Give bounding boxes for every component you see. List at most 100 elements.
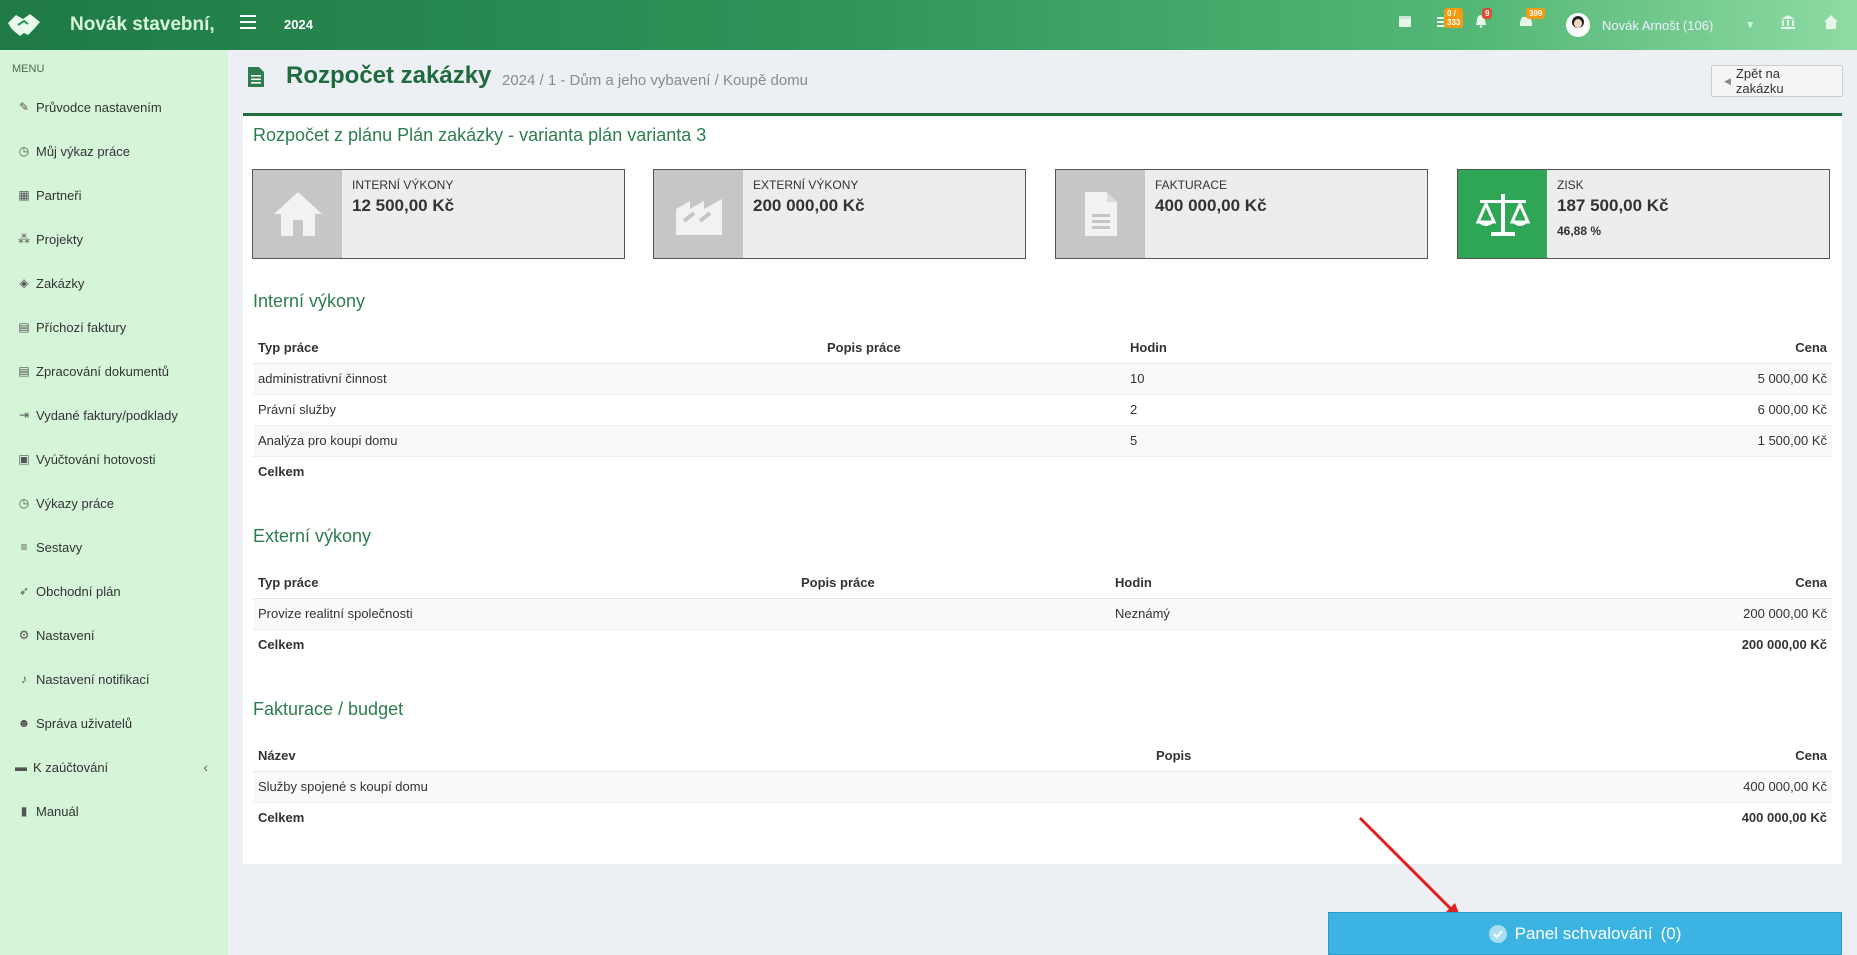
approval-panel-count: (0) xyxy=(1660,923,1682,943)
total-value: 400 000,00 Kč xyxy=(1501,801,1832,833)
sidebar-item-manual[interactable]: ▮ Manuál xyxy=(0,789,228,833)
sidebar-item-label: Vyúčtování hotovosti xyxy=(36,451,156,467)
sidebar-item-issued-invoices[interactable]: ⇥ Vydané faktury/podklady xyxy=(0,393,228,437)
sidebar-item-notification-settings[interactable]: ♪ Nastavení notifikací xyxy=(0,657,228,701)
sidebar-item-label: Nastavení xyxy=(36,627,95,643)
approval-panel-button[interactable]: Panel schvalování (0) xyxy=(1328,912,1842,955)
sidebar-item-label: Nastavení notifikací xyxy=(36,671,150,687)
summary-label: INTERNÍ VÝKONY xyxy=(352,178,454,192)
summary-external: EXTERNÍ VÝKONY 200 000,00 Kč xyxy=(653,169,1026,259)
sidebar-item-label: Manuál xyxy=(36,803,79,819)
sidebar-item-my-timesheet[interactable]: ◷ Můj výkaz práce xyxy=(0,129,228,173)
sidebar-item-document-processing[interactable]: ▤ Zpracování dokumentů xyxy=(0,349,228,393)
document-icon xyxy=(1056,170,1145,258)
clock-icon: ◷ xyxy=(18,496,30,510)
balance-scale-icon xyxy=(1458,170,1547,258)
table-header-row: Typ práce Popis práce Hodin Cena xyxy=(253,332,1832,364)
column-header: Cena xyxy=(1525,332,1832,364)
money-icon: ▣ xyxy=(18,452,30,466)
summary-value: 187 500,00 Kč xyxy=(1557,196,1669,215)
sidebar-item-label: Průvodce nastavením xyxy=(36,99,162,115)
home-icon xyxy=(253,170,342,258)
sidebar-item-reports[interactable]: ≡ Sestavy xyxy=(0,525,228,569)
sidebar-item-partners[interactable]: ▦ Partneři xyxy=(0,173,228,217)
column-header: Název xyxy=(253,740,1151,772)
sidebar-item-label: Sestavy xyxy=(36,539,83,555)
rocket-icon: ➶ xyxy=(18,584,30,598)
column-header: Popis xyxy=(1151,740,1501,772)
external-table: Typ práce Popis práce Hodin Cena Provize… xyxy=(253,567,1832,660)
total-label: Celkem xyxy=(253,801,1151,833)
sidebar-item-label: Obchodní plán xyxy=(36,583,121,599)
summary-value: 400 000,00 Kč xyxy=(1155,196,1267,215)
sidebar-item-setup-wizard[interactable]: ✎ Průvodce nastavením xyxy=(0,85,228,129)
budget-panel: Rozpočet z plánu Plán zakázky - varianta… xyxy=(243,113,1842,864)
bell-icon[interactable]: 9 xyxy=(1474,8,1494,34)
cars-badge: 399 xyxy=(1526,8,1546,19)
menu-heading: MENU xyxy=(12,63,45,75)
notifications-badge: 9 xyxy=(1482,8,1493,19)
sidebar-item-label: Partneři xyxy=(36,187,82,203)
chevron-down-icon: ▼ xyxy=(1745,19,1756,31)
sidebar-item-timesheets[interactable]: ◷ Výkazy práce xyxy=(0,481,228,525)
invoicing-table: Název Popis Cena Služby spojené s koupí … xyxy=(253,740,1832,833)
summary-invoicing: FAKTURACE 400 000,00 Kč xyxy=(1055,169,1428,259)
table-row: Analýza pro koupi domu 5 1 500,00 Kč xyxy=(253,424,1832,456)
industry-icon xyxy=(654,170,743,258)
sidebar-item-user-management[interactable]: ☻ Správa uživatelů xyxy=(0,701,228,745)
cell xyxy=(822,424,1125,456)
year-selector[interactable]: 2024 xyxy=(284,17,313,32)
menu-toggle-icon[interactable] xyxy=(240,15,256,31)
column-header: Typ práce xyxy=(253,332,822,364)
user-menu[interactable]: Novák Arnošt (106) ▼ xyxy=(1566,13,1755,37)
section-title-internal: Interní výkony xyxy=(253,291,366,311)
home-icon[interactable] xyxy=(1823,14,1843,34)
profit-percent: 46,88 % xyxy=(1557,224,1602,238)
sidebar-item-cash-settlement[interactable]: ▣ Vyúčtování hotovosti xyxy=(0,437,228,481)
summary-label: EXTERNÍ VÝKONY xyxy=(753,178,859,192)
cell: 6 000,00 Kč xyxy=(1525,393,1832,425)
sidebar-item-projects[interactable]: ⁂ Projekty xyxy=(0,217,228,261)
back-to-order-button[interactable]: ◀ Zpět na zakázku xyxy=(1711,65,1843,97)
file-text-icon: ▤ xyxy=(18,364,30,378)
logo[interactable]: Novák stavební, xyxy=(0,0,228,50)
summary-label: ZISK xyxy=(1557,178,1584,192)
table-header-row: Typ práce Popis práce Hodin Cena xyxy=(253,567,1832,599)
building-icon: ▦ xyxy=(18,188,30,202)
tasks-badge: 0 / 333 xyxy=(1444,8,1464,28)
sidebar-item-label: Výkazy práce xyxy=(36,495,115,511)
section-title-external: Externí výkony xyxy=(253,526,372,546)
summary-value: 12 500,00 Kč xyxy=(352,196,455,215)
column-header: Hodin xyxy=(1125,332,1525,364)
folder-icon: ▬ xyxy=(15,760,27,774)
total-value xyxy=(1525,455,1832,487)
column-header: Popis práce xyxy=(822,332,1125,364)
cell: Služby spojené s koupí domu xyxy=(253,770,1151,802)
table-row: Provize realitní společnosti Neznámý 200 0… xyxy=(253,597,1832,629)
sidebar-item-orders[interactable]: ◈ Zakázky xyxy=(0,261,228,305)
sidebar-item-business-plan[interactable]: ➶ Obchodní plán xyxy=(0,569,228,613)
sidebar-item-incoming-invoices[interactable]: ▤ Příchozí faktury xyxy=(0,305,228,349)
bank-icon[interactable] xyxy=(1780,14,1800,34)
back-button-label: Zpět na zakázku xyxy=(1735,66,1784,96)
approval-panel-label: Panel schvalování xyxy=(1514,923,1653,943)
breadcrumb: 2024 / 1 - Dům a jeho vybavení / Koupě d… xyxy=(502,72,809,89)
clock-icon: ◷ xyxy=(18,144,30,158)
sidebar-item-to-post[interactable]: ▬ K zaúčtování ‹ xyxy=(0,745,228,789)
calendar-icon[interactable] xyxy=(1398,14,1418,34)
tasks-icon[interactable]: 0 / 333 xyxy=(1436,8,1464,34)
sidebar-item-settings[interactable]: ⚙ Nastavení xyxy=(0,613,228,657)
file-text-icon xyxy=(248,67,264,87)
column-header: Cena xyxy=(1501,740,1832,772)
table-total-row: Celkem xyxy=(253,455,1832,487)
table-header-row: Název Popis Cena xyxy=(253,740,1832,772)
sidebar-item-label: Projekty xyxy=(36,231,83,247)
sidebar-item-label: Zpracování dokumentů xyxy=(36,363,169,379)
users-icon: ☻ xyxy=(17,716,31,730)
column-header: Cena xyxy=(1530,567,1832,599)
summary-value: 200 000,00 Kč xyxy=(753,196,865,215)
car-icon[interactable]: 399 xyxy=(1518,8,1546,34)
sidebar-item-label: Můj výkaz práce xyxy=(36,143,130,159)
content-header: Rozpočet zakázky 2024 / 1 - Dům a jeho v… xyxy=(243,58,1843,108)
pencil-icon: ✎ xyxy=(18,100,30,114)
